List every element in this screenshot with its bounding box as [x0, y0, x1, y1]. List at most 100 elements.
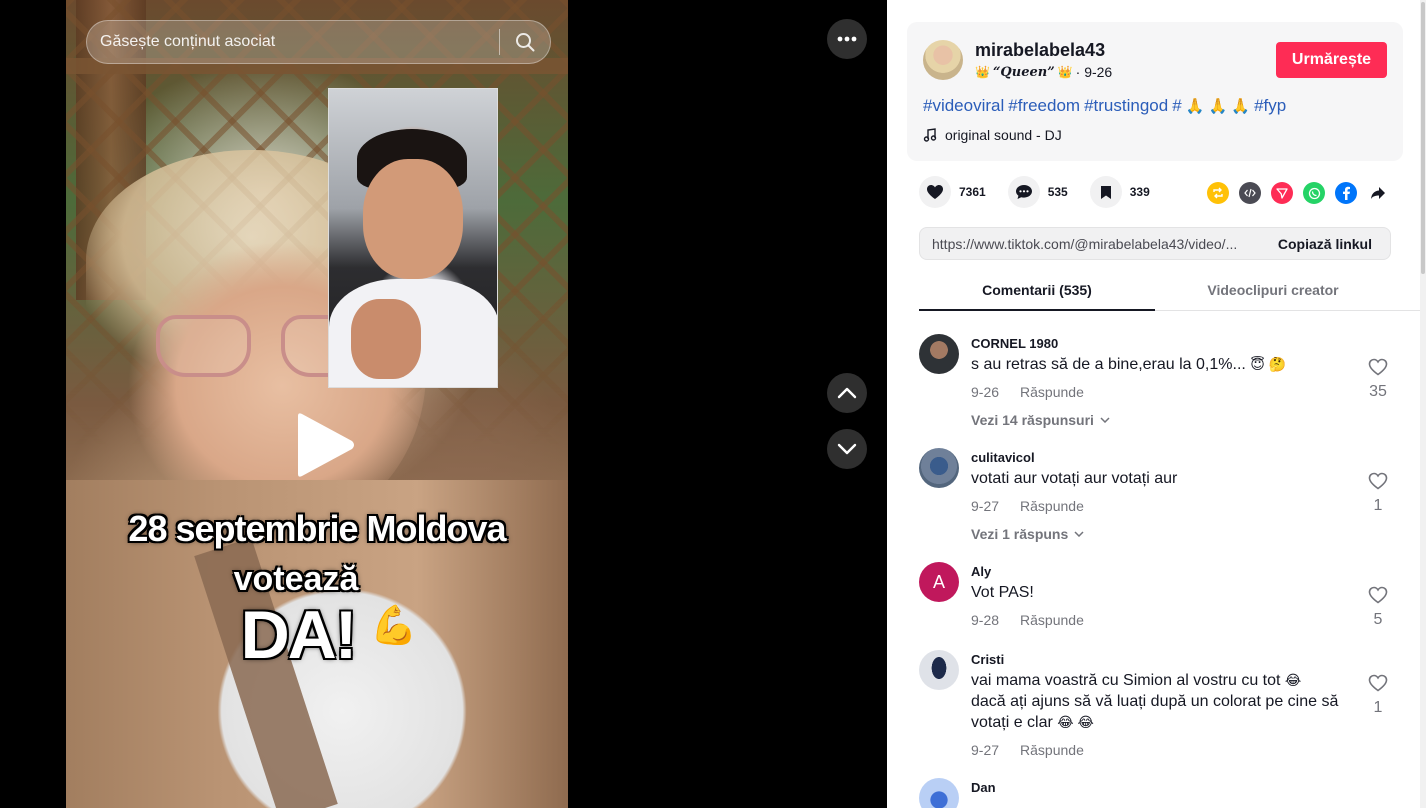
flexed-biceps-emoji: 💪 [370, 605, 418, 647]
video-url[interactable]: https://www.tiktok.com/@mirabelabela43/v… [920, 236, 1268, 252]
chevron-down-icon [1074, 531, 1084, 537]
comment-author[interactable]: Aly [971, 564, 991, 579]
search-related-bar[interactable]: Găsește conținut asociat [86, 20, 551, 64]
heart-outline-icon [1368, 586, 1388, 604]
hashtag-list: #videoviral #freedom #trustingod # 🙏 🙏 🙏… [923, 96, 1286, 116]
comment-author[interactable]: culitavicol [971, 450, 1035, 465]
view-replies-label: Vezi 1 răspuns [971, 526, 1069, 542]
author-username[interactable]: mirabelabela43 [975, 40, 1105, 61]
comment-like[interactable]: 5 [1366, 586, 1390, 629]
heart-outline-icon [1368, 674, 1388, 692]
comment-text: s au retras să de a bine,erau la 0,1%...… [971, 354, 1356, 375]
sound-name: original sound - DJ [945, 127, 1062, 143]
hashtag-link[interactable]: # [1172, 96, 1181, 116]
video-link-box: https://www.tiktok.com/@mirabelabela43/v… [919, 227, 1391, 260]
man-face [363, 159, 463, 279]
comment-body: s au retras să de a bine,erau la 0,1%... [971, 356, 1246, 373]
reply-button[interactable]: Răspunde [1020, 384, 1084, 400]
comment-meta: 9-28 Răspunde [971, 612, 1084, 628]
comment-meta: 9-26 Răspunde [971, 384, 1084, 400]
crown-emoji: 👑 [975, 65, 990, 79]
avatar[interactable] [919, 650, 959, 690]
comment-text: votati aur votați aur votați aur [971, 470, 1178, 487]
sound-link[interactable]: original sound - DJ [923, 127, 1062, 143]
hashtag-link[interactable]: #fyp [1254, 96, 1286, 116]
comment-date: 9-28 [971, 612, 1000, 628]
facebook-icon[interactable] [1335, 182, 1357, 204]
comment-item: culitavicol votati aur votați aur votați… [919, 448, 1399, 548]
bookmark-icon[interactable] [1089, 176, 1122, 208]
embed-icon[interactable] [1239, 182, 1261, 204]
comment-like-count: 5 [1373, 611, 1383, 628]
chevron-down-icon [837, 443, 857, 455]
author-avatar[interactable] [923, 40, 963, 80]
hashtag-link[interactable]: #freedom [1008, 96, 1080, 116]
reply-button[interactable]: Răspunde [1020, 498, 1084, 514]
comment-icon[interactable] [1007, 176, 1040, 208]
search-input[interactable]: Găsește conținut asociat [87, 33, 499, 51]
tiktok-video-page: Găsește conținut asociat 28 septembrie M… [0, 0, 1426, 808]
view-replies-label: Vezi 14 răspunsuri [971, 412, 1094, 428]
music-note-icon [923, 128, 937, 142]
comment-count: 535 [1047, 185, 1068, 199]
comment-like-count: 1 [1373, 497, 1383, 514]
panel-tabs: Comentarii (535) Videoclipuri creator [919, 270, 1426, 311]
reply-button[interactable]: Răspunde [1020, 612, 1084, 628]
view-replies-button[interactable]: Vezi 14 răspunsuri [971, 412, 1110, 428]
video-info-card: mirabelabela43 👑 “Queen” 👑 · 9-26 Urmăre… [907, 22, 1403, 161]
scrollbar-thumb[interactable] [1421, 2, 1425, 274]
heart-icon[interactable] [919, 176, 951, 208]
view-replies-button[interactable]: Vezi 1 răspuns [971, 526, 1084, 542]
like-count: 7361 [959, 185, 986, 199]
chevron-up-icon [837, 387, 857, 399]
follow-button[interactable]: Urmărește [1276, 42, 1387, 78]
comment-action[interactable]: 535 [1007, 176, 1068, 208]
comment-item: A Aly Vot PAS! 9-28 Răspunde 5 [919, 562, 1399, 632]
comment-body-line1: vai mama voastră cu Simion al vostru cu … [971, 672, 1281, 689]
author-nickname: “Queen” [992, 64, 1055, 80]
comment-text: Vot PAS! [971, 584, 1034, 601]
share-buttons [1207, 182, 1389, 204]
comment-body-line3: votați e clar [971, 714, 1053, 731]
avatar[interactable]: A [919, 562, 959, 602]
ellipsis-icon [837, 36, 857, 42]
comment-author[interactable]: Cristi [971, 652, 1004, 667]
avatar[interactable] [919, 778, 959, 808]
tab-creator-videos[interactable]: Videoclipuri creator [1155, 270, 1391, 310]
repost-icon[interactable] [1207, 182, 1229, 204]
comment-emoji: 😇 🤔 [1250, 356, 1287, 372]
more-options-button[interactable] [827, 19, 867, 59]
next-video-button[interactable] [827, 429, 867, 469]
reply-button[interactable]: Răspunde [1020, 742, 1084, 758]
comment-like[interactable]: 35 [1366, 358, 1390, 401]
comment-date: 9-27 [971, 742, 1000, 758]
video-stage: Găsește conținut asociat 28 septembrie M… [0, 0, 887, 808]
comment-like[interactable]: 1 [1366, 674, 1390, 717]
crown-emoji: 👑 [1057, 65, 1073, 79]
comment-like[interactable]: 1 [1366, 472, 1390, 515]
author-subline: 👑 “Queen” 👑 · 9-26 [975, 64, 1112, 80]
hashtag-link[interactable]: #trustingod [1084, 96, 1168, 116]
comment-like-count: 35 [1369, 383, 1387, 400]
save-action[interactable]: 339 [1089, 176, 1150, 208]
side-panel: mirabelabela43 👑 “Queen” 👑 · 9-26 Urmăre… [887, 0, 1426, 808]
whatsapp-icon[interactable] [1303, 182, 1325, 204]
tab-comments[interactable]: Comentarii (535) [919, 270, 1155, 311]
comment-date: 9-27 [971, 498, 1000, 514]
avatar[interactable] [919, 334, 959, 374]
search-icon[interactable] [500, 20, 550, 64]
copy-link-button[interactable]: Copiază linkul [1268, 236, 1390, 252]
scrollbar-track[interactable] [1420, 0, 1426, 808]
send-icon[interactable] [1271, 182, 1293, 204]
comment-author[interactable]: Dan [971, 780, 996, 795]
post-date: · 9-26 [1075, 64, 1113, 80]
comment-author[interactable]: CORNEL 1980 [971, 336, 1058, 351]
share-arrow-icon[interactable] [1367, 182, 1389, 204]
hashtag-link[interactable]: #videoviral [923, 96, 1004, 116]
play-icon[interactable] [290, 410, 360, 480]
comment-item: CORNEL 1980 s au retras să de a bine,era… [919, 334, 1399, 434]
like-action[interactable]: 7361 [919, 176, 986, 208]
comment-like-count: 1 [1373, 699, 1383, 716]
previous-video-button[interactable] [827, 373, 867, 413]
avatar[interactable] [919, 448, 959, 488]
